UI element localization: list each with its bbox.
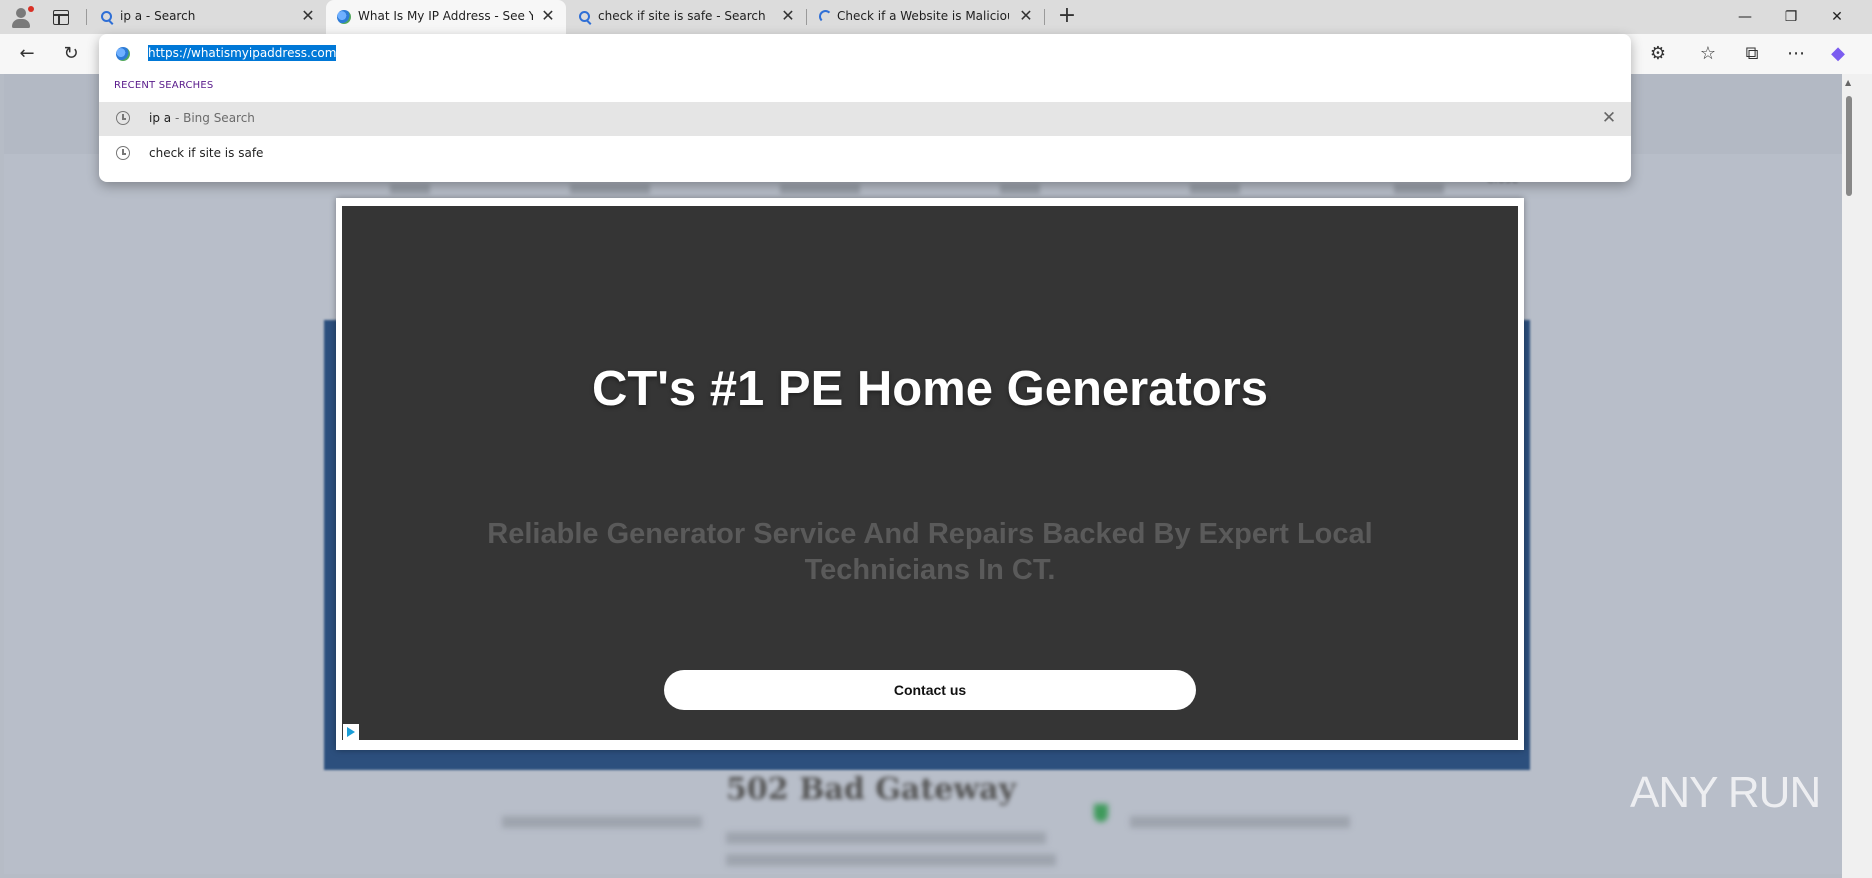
adchoices-icon[interactable] xyxy=(343,724,359,740)
contact-us-button[interactable]: Contact us xyxy=(664,670,1196,710)
page-scrollbar[interactable]: ▲ xyxy=(1842,74,1872,878)
close-window-icon[interactable]: ✕ xyxy=(1822,6,1852,28)
close-tab-icon[interactable]: ✕ xyxy=(779,7,797,25)
scroll-up-icon[interactable]: ▲ xyxy=(1845,78,1851,87)
address-bar[interactable]: https://whatismyipaddress.com xyxy=(99,34,1631,74)
address-bar-dropdown: https://whatismyipaddress.com RECENT SEA… xyxy=(99,34,1631,182)
tab-title: What Is My IP Address - See Your xyxy=(358,9,533,23)
anyrun-watermark: ANY RUN xyxy=(1630,768,1821,817)
suggestion-text: ip a - Bing Search xyxy=(149,111,255,125)
tab-title: ip a - Search xyxy=(120,9,196,23)
back-icon[interactable]: ← xyxy=(15,42,39,66)
tab-check-site-safe[interactable]: check if site is safe - Search ✕ xyxy=(566,0,806,34)
recent-searches-label: RECENT SEARCHES xyxy=(114,80,214,91)
blurred-text xyxy=(502,816,702,828)
tab-title: check if site is safe - Search xyxy=(598,9,766,23)
remove-suggestion-icon[interactable]: ✕ xyxy=(1599,108,1619,128)
blurred-text xyxy=(780,184,860,194)
suggestion-text: check if site is safe xyxy=(149,146,264,160)
favorites-icon[interactable]: ☆ xyxy=(1696,42,1720,66)
tab-ip-a-search[interactable]: ip a - Search ✕ xyxy=(88,0,326,34)
minimize-icon[interactable]: — xyxy=(1730,6,1760,28)
close-tab-icon[interactable]: ✕ xyxy=(1017,7,1035,25)
tab-separator xyxy=(1044,9,1045,25)
ad-title: CT's #1 PE Home Generators xyxy=(591,362,1269,416)
search-icon xyxy=(101,11,112,22)
tab-separator xyxy=(86,9,87,25)
collections-icon[interactable]: ⧉ xyxy=(1740,42,1764,66)
globe-icon xyxy=(337,10,351,24)
interstitial-ad: CT's #1 PE Home Generators Reliable Gene… xyxy=(336,198,1524,750)
new-tab-button[interactable]: + xyxy=(1055,5,1079,29)
blurred-text xyxy=(1190,184,1240,194)
ad-subtitle: Reliable Generator Service And Repairs B… xyxy=(487,518,1373,586)
suggestion-item[interactable]: ip a - Bing Search ✕ xyxy=(99,102,1631,136)
search-icon xyxy=(579,11,590,22)
blurred-text xyxy=(726,854,1056,866)
scrollbar-thumb[interactable] xyxy=(1846,96,1852,196)
loading-icon xyxy=(819,10,832,23)
blurred-text xyxy=(726,832,1046,844)
blurred-text xyxy=(1394,184,1444,194)
restore-icon[interactable]: ❐ xyxy=(1776,6,1806,28)
tab-check-website-malicious[interactable]: Check if a Website is Malicious/Sc ✕ xyxy=(808,0,1044,34)
history-icon xyxy=(116,146,130,160)
tab-actions-icon[interactable] xyxy=(53,10,69,25)
page-heading: 502 Bad Gateway xyxy=(726,772,1016,807)
blurred-text xyxy=(390,184,430,194)
refresh-icon[interactable]: ↻ xyxy=(59,42,83,66)
blurred-text xyxy=(570,184,650,194)
close-tab-icon[interactable]: ✕ xyxy=(299,7,317,25)
history-icon xyxy=(116,111,130,125)
extensions-icon[interactable]: ⚙ xyxy=(1646,42,1670,66)
blurred-text xyxy=(1130,816,1350,828)
profile-icon[interactable] xyxy=(10,6,34,29)
close-tab-icon[interactable]: ✕ xyxy=(539,7,557,25)
blurred-icon xyxy=(1094,804,1108,822)
copilot-icon[interactable]: ◆ xyxy=(1826,42,1850,66)
globe-icon xyxy=(116,47,130,61)
ad-creative[interactable]: CT's #1 PE Home Generators Reliable Gene… xyxy=(342,206,1518,740)
tab-separator xyxy=(806,9,807,25)
tab-title: Check if a Website is Malicious/Sc xyxy=(837,9,1009,23)
blurred-text xyxy=(1000,184,1040,194)
tab-strip: ip a - Search ✕ What Is My IP Address - … xyxy=(0,0,1872,34)
url-input[interactable]: https://whatismyipaddress.com xyxy=(148,45,337,61)
tab-what-is-my-ip[interactable]: What Is My IP Address - See Your ✕ xyxy=(326,0,566,34)
more-icon[interactable]: ⋯ xyxy=(1784,42,1808,66)
suggestion-item[interactable]: check if site is safe xyxy=(99,137,1631,171)
